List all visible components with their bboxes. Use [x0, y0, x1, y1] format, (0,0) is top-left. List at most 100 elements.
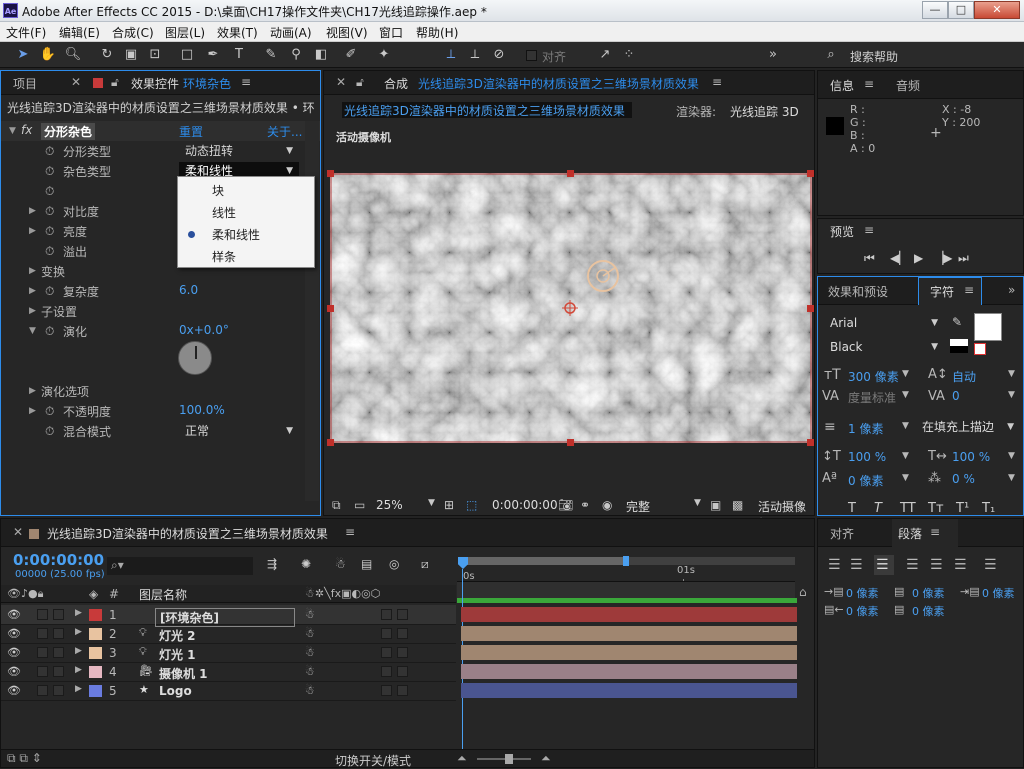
- zoom-out-icon[interactable]: ⏶: [457, 751, 467, 766]
- expand-arrow-icon[interactable]: ▶: [75, 646, 82, 656]
- evolution-value[interactable]: 0x+0.0°: [179, 323, 229, 337]
- menu-effect[interactable]: 效果(T): [217, 24, 258, 41]
- dropdown-arrow-icon[interactable]: ▼: [1008, 369, 1015, 379]
- work-area-range[interactable]: [459, 557, 627, 565]
- panel-menu-icon[interactable]: ≡: [241, 75, 251, 89]
- zoom-slider-handle[interactable]: [505, 754, 513, 764]
- layer-row[interactable]: 👁︎ ▶ 2 💡︎ 灯光 2 ☃: [1, 624, 456, 644]
- lock-toggle[interactable]: [53, 609, 64, 620]
- layer-label-color[interactable]: [89, 666, 102, 678]
- title-safe-icon[interactable]: ⊞: [444, 498, 454, 512]
- menu-composition[interactable]: 合成(C): [112, 24, 154, 41]
- lock-toggle[interactable]: [53, 647, 64, 658]
- no-color-swatch[interactable]: [974, 343, 986, 355]
- menu-layer[interactable]: 图层(L): [165, 24, 205, 41]
- layer-row[interactable]: 👁︎ ▶ 1 [环境杂色] ☃: [1, 605, 456, 627]
- rotate-tool-icon[interactable]: ↻: [98, 46, 116, 64]
- lock-icon[interactable]: 🔓︎: [356, 75, 364, 90]
- layer-duration-bar[interactable]: [461, 683, 797, 698]
- indent-left-value[interactable]: 0 像素: [846, 585, 879, 601]
- layer-name[interactable]: Logo: [159, 684, 192, 698]
- switch-toggle[interactable]: [381, 628, 392, 639]
- menu-edit[interactable]: 编辑(E): [59, 24, 100, 41]
- effect-name[interactable]: 分形杂色: [41, 123, 96, 140]
- zoom-slider[interactable]: [477, 758, 531, 760]
- layer-row[interactable]: 👁︎ ▶ 4 🎥︎ 摄像机 1 ☃: [1, 662, 456, 682]
- eyedropper-icon[interactable]: ✎: [952, 315, 962, 329]
- align-center-icon[interactable]: ☰: [850, 557, 863, 573]
- complexity-row[interactable]: ▶ ⏱ 复杂度 6.0: [1, 281, 320, 301]
- always-preview-icon[interactable]: ⧉: [332, 498, 341, 513]
- stroke-mode-dropdown[interactable]: 在填充上描边 ▼: [916, 418, 1020, 436]
- opacity-value[interactable]: 100.0%: [179, 403, 225, 417]
- menu-item-soft-linear[interactable]: 柔和线性: [212, 226, 260, 243]
- tab-composition[interactable]: 合成: [384, 75, 408, 92]
- close-tab-icon[interactable]: ✕: [71, 75, 81, 89]
- tab-effect-layer[interactable]: 环境杂色: [183, 75, 231, 92]
- first-frame-icon[interactable]: ⏮: [864, 251, 875, 266]
- graph-editor-icon[interactable]: ⧄: [421, 557, 429, 572]
- superscript-icon[interactable]: T¹: [956, 501, 969, 516]
- tab-project[interactable]: 项目: [13, 75, 37, 92]
- align-checkbox[interactable]: [526, 50, 537, 61]
- font-family-dropdown[interactable]: Arial ▼: [824, 314, 944, 332]
- frame-blending-icon[interactable]: ▤: [361, 557, 372, 571]
- horizontal-scale-value[interactable]: 100 %: [952, 450, 990, 464]
- dropdown-arrow-icon[interactable]: ▼: [902, 369, 909, 379]
- switch-toggle[interactable]: [397, 628, 408, 639]
- switch-toggle[interactable]: [397, 685, 408, 696]
- lock-toggle[interactable]: [53, 628, 64, 639]
- expand-arrow-icon[interactable]: ▶: [29, 386, 36, 396]
- tab-effects-presets[interactable]: 效果和预设: [828, 283, 888, 300]
- complexity-value[interactable]: 6.0: [179, 283, 198, 297]
- light-gizmo-icon[interactable]: [586, 259, 620, 293]
- justify-right-icon[interactable]: ☰: [954, 557, 967, 573]
- mask-icon[interactable]: ⬚: [466, 498, 477, 512]
- menu-item-linear[interactable]: 线性: [212, 204, 236, 221]
- anchor-point-icon[interactable]: [562, 300, 578, 316]
- reset-link[interactable]: 重置: [179, 123, 203, 140]
- renderer-value[interactable]: 光线追踪 3D: [730, 103, 799, 120]
- align-left-icon[interactable]: ☰: [828, 557, 841, 573]
- layer-handle[interactable]: [567, 439, 574, 446]
- search-icon[interactable]: ⌕: [822, 46, 840, 64]
- channel-icon[interactable]: ◉: [602, 498, 612, 512]
- justify-center-icon[interactable]: ☰: [930, 557, 943, 573]
- visibility-eye-icon[interactable]: 👁︎: [7, 665, 21, 678]
- panel-menu-icon[interactable]: ≡: [930, 525, 940, 539]
- panel-menu-icon[interactable]: ≡: [864, 223, 874, 237]
- black-white-swatch[interactable]: [950, 339, 968, 353]
- menu-view[interactable]: 视图(V): [326, 24, 368, 41]
- layer-row[interactable]: 👁︎ ▶ 3 💡︎ 灯光 1 ☃: [1, 643, 456, 663]
- stopwatch-icon[interactable]: ⏱: [45, 284, 54, 299]
- tab-preview[interactable]: 预览: [830, 223, 854, 240]
- expand-arrow-icon[interactable]: ▶: [29, 266, 36, 276]
- zoom-dropdown-icon[interactable]: ▼: [428, 498, 435, 508]
- last-frame-icon[interactable]: ⏭: [958, 251, 969, 266]
- layer-duration-bar[interactable]: [461, 645, 797, 660]
- visibility-eye-icon[interactable]: 👁︎: [7, 684, 21, 697]
- expand-arrow-icon[interactable]: ▶: [75, 665, 82, 675]
- eraser-tool-icon[interactable]: ◧: [312, 46, 330, 64]
- panel-menu-icon[interactable]: ≡: [345, 525, 355, 539]
- expand-arrow-icon[interactable]: ▶: [29, 406, 36, 416]
- visibility-eye-icon[interactable]: 👁︎: [7, 627, 21, 640]
- dropdown-arrow-icon[interactable]: ▼: [902, 421, 909, 431]
- menu-item-block[interactable]: 块: [212, 182, 224, 199]
- tsume-value[interactable]: 0 %: [952, 472, 975, 486]
- selection-tool-icon[interactable]: ➤: [14, 46, 32, 64]
- layer-handle[interactable]: [807, 439, 814, 446]
- expand-arrow-icon[interactable]: ▶: [29, 226, 36, 236]
- collapse-arrow-icon[interactable]: ▼: [29, 326, 36, 336]
- stopwatch-icon[interactable]: ⏱: [45, 184, 54, 199]
- close-tab-icon[interactable]: ✕: [13, 525, 23, 539]
- switch-toggle[interactable]: [381, 666, 392, 677]
- evolution-row[interactable]: ▼ ⏱ 演化 0x+0.0°: [1, 321, 320, 341]
- zoom-tool-icon[interactable]: 🔍︎: [64, 46, 82, 64]
- tracking-value[interactable]: 0: [952, 389, 960, 403]
- visibility-eye-icon[interactable]: 👁︎: [7, 646, 21, 659]
- resolution-value[interactable]: 完整: [626, 498, 650, 515]
- about-link[interactable]: 关于...: [267, 123, 302, 140]
- tab-audio[interactable]: 音频: [896, 77, 920, 94]
- layer-name[interactable]: 摄像机 1: [159, 665, 208, 682]
